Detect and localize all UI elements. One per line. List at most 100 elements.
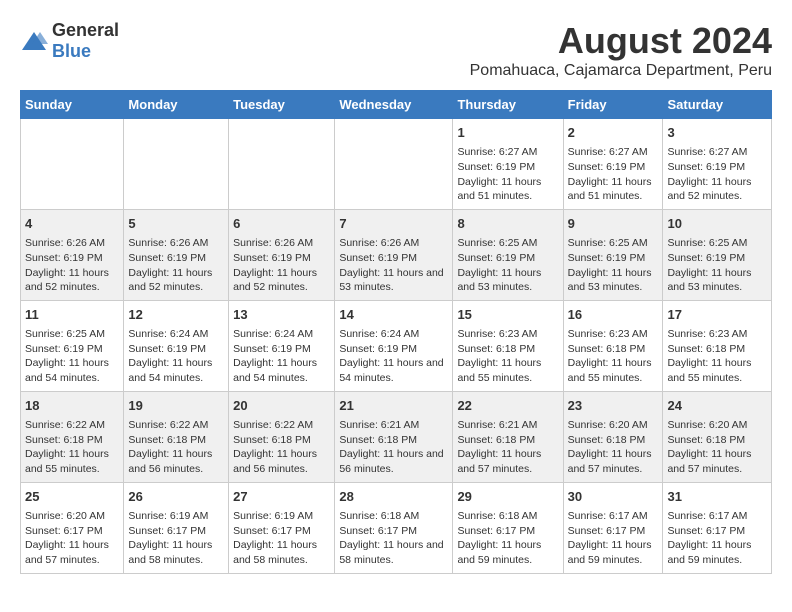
- table-row: 7 Sunrise: 6:26 AM Sunset: 6:19 PM Daylig…: [335, 209, 453, 300]
- day-number: 27: [233, 488, 330, 506]
- table-row: 31 Sunrise: 6:17 AM Sunset: 6:17 PM Dayli…: [663, 482, 772, 573]
- table-row: 21Sunrise: 6:21 AM Sunset: 6:18 PM Dayli…: [335, 391, 453, 482]
- day-number: 26: [128, 488, 224, 506]
- calendar-week-row: 1 Sunrise: 6:27 AM Sunset: 6:19 PM Daylig…: [21, 119, 772, 210]
- day-info: Sunrise: 6:25 AM Sunset: 6:19 PM Dayligh…: [25, 327, 119, 386]
- day-number: 10: [667, 215, 767, 233]
- day-info: Sunrise: 6:23 AM Sunset: 6:18 PM Dayligh…: [568, 327, 659, 386]
- day-number: 31: [667, 488, 767, 506]
- header-sunday: Sunday: [21, 91, 124, 119]
- day-info: Sunrise: 6:24 AM Sunset: 6:19 PM Dayligh…: [233, 327, 330, 386]
- day-number: 9: [568, 215, 659, 233]
- calendar-week-row: 11 Sunrise: 6:25 AM Sunset: 6:19 PM Dayli…: [21, 300, 772, 391]
- calendar-week-row: 18 Sunrise: 6:22 AM Sunset: 6:18 PM Dayli…: [21, 391, 772, 482]
- day-info: Sunrise: 6:24 AM Sunset: 6:19 PM Dayligh…: [128, 327, 224, 386]
- day-info: Sunrise: 6:23 AM Sunset: 6:18 PM Dayligh…: [667, 327, 767, 386]
- day-info: Sunrise: 6:26 AM Sunset: 6:19 PM Dayligh…: [25, 236, 119, 295]
- day-number: 20: [233, 397, 330, 415]
- day-info: Sunrise: 6:21 AM Sunset: 6:18 PM Dayligh…: [457, 418, 558, 477]
- day-info: Sunrise: 6:25 AM Sunset: 6:19 PM Dayligh…: [568, 236, 659, 295]
- day-number: 14: [339, 306, 448, 324]
- logo-general: General: [52, 20, 119, 40]
- day-info: Sunrise: 6:24 AM Sunset: 6:19 PM Dayligh…: [339, 327, 448, 386]
- table-row: 18 Sunrise: 6:22 AM Sunset: 6:18 PM Dayli…: [21, 391, 124, 482]
- table-row: 24 Sunrise: 6:20 AM Sunset: 6:18 PM Dayli…: [663, 391, 772, 482]
- page-header: General Blue August 2024 Pomahuaca, Caja…: [20, 20, 772, 80]
- table-row: 4 Sunrise: 6:26 AM Sunset: 6:19 PM Daylig…: [21, 209, 124, 300]
- weekday-header-row: Sunday Monday Tuesday Wednesday Thursday…: [21, 91, 772, 119]
- day-info: Sunrise: 6:23 AM Sunset: 6:18 PM Dayligh…: [457, 327, 558, 386]
- header-tuesday: Tuesday: [229, 91, 335, 119]
- day-info: Sunrise: 6:26 AM Sunset: 6:19 PM Dayligh…: [339, 236, 448, 295]
- table-row: 15 Sunrise: 6:23 AM Sunset: 6:18 PM Dayli…: [453, 300, 563, 391]
- table-row: 19Sunrise: 6:22 AM Sunset: 6:18 PM Dayli…: [124, 391, 229, 482]
- day-number: 4: [25, 215, 119, 233]
- table-row: 17 Sunrise: 6:23 AM Sunset: 6:18 PM Dayli…: [663, 300, 772, 391]
- day-number: 3: [667, 124, 767, 142]
- table-row: 26 Sunrise: 6:19 AM Sunset: 6:17 PM Dayli…: [124, 482, 229, 573]
- day-number: 6: [233, 215, 330, 233]
- day-number: 13: [233, 306, 330, 324]
- table-row: 25Sunrise: 6:20 AM Sunset: 6:17 PM Dayli…: [21, 482, 124, 573]
- day-number: 7: [339, 215, 448, 233]
- subtitle: Pomahuaca, Cajamarca Department, Peru: [470, 62, 772, 80]
- day-info: Sunrise: 6:27 AM Sunset: 6:19 PM Dayligh…: [457, 145, 558, 204]
- day-number: 18: [25, 397, 119, 415]
- day-number: 16: [568, 306, 659, 324]
- day-info: Sunrise: 6:26 AM Sunset: 6:19 PM Dayligh…: [128, 236, 224, 295]
- table-row: [335, 119, 453, 210]
- day-info: Sunrise: 6:25 AM Sunset: 6:19 PM Dayligh…: [667, 236, 767, 295]
- day-info: Sunrise: 6:25 AM Sunset: 6:19 PM Dayligh…: [457, 236, 558, 295]
- day-info: Sunrise: 6:19 AM Sunset: 6:17 PM Dayligh…: [233, 509, 330, 568]
- day-number: 30: [568, 488, 659, 506]
- day-info: Sunrise: 6:17 AM Sunset: 6:17 PM Dayligh…: [667, 509, 767, 568]
- table-row: 22 Sunrise: 6:21 AM Sunset: 6:18 PM Dayli…: [453, 391, 563, 482]
- day-number: 1: [457, 124, 558, 142]
- header-thursday: Thursday: [453, 91, 563, 119]
- day-info: Sunrise: 6:19 AM Sunset: 6:17 PM Dayligh…: [128, 509, 224, 568]
- day-number: 23: [568, 397, 659, 415]
- table-row: 8 Sunrise: 6:25 AM Sunset: 6:19 PM Daylig…: [453, 209, 563, 300]
- day-number: 12: [128, 306, 224, 324]
- table-row: 28Sunrise: 6:18 AM Sunset: 6:17 PM Dayli…: [335, 482, 453, 573]
- table-row: 10 Sunrise: 6:25 AM Sunset: 6:19 PM Dayli…: [663, 209, 772, 300]
- logo: General Blue: [20, 20, 119, 62]
- header-monday: Monday: [124, 91, 229, 119]
- header-wednesday: Wednesday: [335, 91, 453, 119]
- day-info: Sunrise: 6:18 AM Sunset: 6:17 PM Dayligh…: [457, 509, 558, 568]
- table-row: 5Sunrise: 6:26 AM Sunset: 6:19 PM Daylig…: [124, 209, 229, 300]
- day-info: Sunrise: 6:27 AM Sunset: 6:19 PM Dayligh…: [568, 145, 659, 204]
- calendar-week-row: 4 Sunrise: 6:26 AM Sunset: 6:19 PM Daylig…: [21, 209, 772, 300]
- table-row: [124, 119, 229, 210]
- table-row: 9 Sunrise: 6:25 AM Sunset: 6:19 PM Daylig…: [563, 209, 663, 300]
- table-row: 13 Sunrise: 6:24 AM Sunset: 6:19 PM Dayli…: [229, 300, 335, 391]
- day-number: 11: [25, 306, 119, 324]
- table-row: [21, 119, 124, 210]
- day-info: Sunrise: 6:22 AM Sunset: 6:18 PM Dayligh…: [25, 418, 119, 477]
- day-number: 22: [457, 397, 558, 415]
- table-row: 6 Sunrise: 6:26 AM Sunset: 6:19 PM Daylig…: [229, 209, 335, 300]
- day-info: Sunrise: 6:18 AM Sunset: 6:17 PM Dayligh…: [339, 509, 448, 568]
- table-row: 27 Sunrise: 6:19 AM Sunset: 6:17 PM Dayli…: [229, 482, 335, 573]
- day-info: Sunrise: 6:20 AM Sunset: 6:18 PM Dayligh…: [568, 418, 659, 477]
- header-saturday: Saturday: [663, 91, 772, 119]
- calendar-table: Sunday Monday Tuesday Wednesday Thursday…: [20, 90, 772, 574]
- table-row: 1 Sunrise: 6:27 AM Sunset: 6:19 PM Daylig…: [453, 119, 563, 210]
- day-info: Sunrise: 6:26 AM Sunset: 6:19 PM Dayligh…: [233, 236, 330, 295]
- day-number: 25: [25, 488, 119, 506]
- table-row: 12 Sunrise: 6:24 AM Sunset: 6:19 PM Dayli…: [124, 300, 229, 391]
- day-number: 24: [667, 397, 767, 415]
- table-row: 30 Sunrise: 6:17 AM Sunset: 6:17 PM Dayli…: [563, 482, 663, 573]
- table-row: 3Sunrise: 6:27 AM Sunset: 6:19 PM Daylig…: [663, 119, 772, 210]
- table-row: 23 Sunrise: 6:20 AM Sunset: 6:18 PM Dayli…: [563, 391, 663, 482]
- table-row: 20 Sunrise: 6:22 AM Sunset: 6:18 PM Dayli…: [229, 391, 335, 482]
- day-info: Sunrise: 6:20 AM Sunset: 6:18 PM Dayligh…: [667, 418, 767, 477]
- day-info: Sunrise: 6:22 AM Sunset: 6:18 PM Dayligh…: [233, 418, 330, 477]
- day-number: 8: [457, 215, 558, 233]
- day-info: Sunrise: 6:17 AM Sunset: 6:17 PM Dayligh…: [568, 509, 659, 568]
- table-row: 11 Sunrise: 6:25 AM Sunset: 6:19 PM Dayli…: [21, 300, 124, 391]
- day-number: 15: [457, 306, 558, 324]
- table-row: 2Sunrise: 6:27 AM Sunset: 6:19 PM Daylig…: [563, 119, 663, 210]
- day-number: 17: [667, 306, 767, 324]
- day-number: 21: [339, 397, 448, 415]
